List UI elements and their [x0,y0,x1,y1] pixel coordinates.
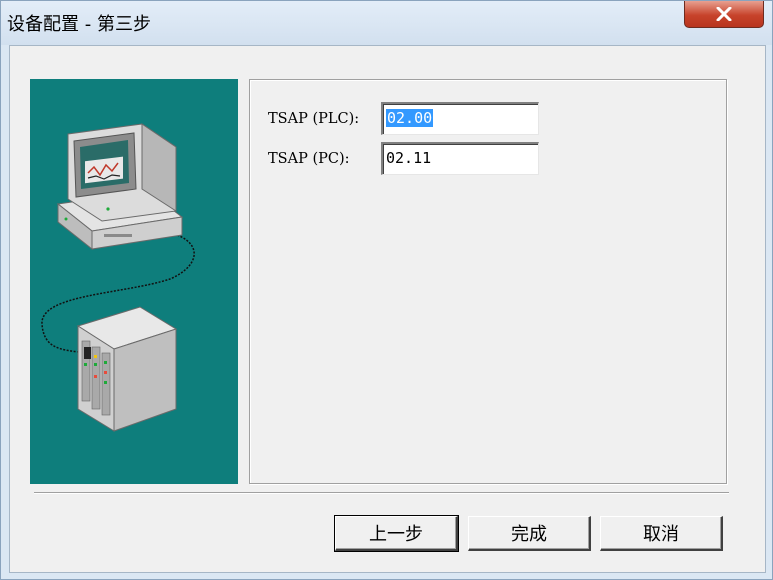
tsap-plc-value: 02.00 [386,109,434,127]
window-title: 设备配置 - 第三步 [7,14,151,35]
tsap-pc-input[interactable]: 02.11 [381,142,539,175]
close-icon [716,7,732,21]
finish-button[interactable]: 完成 [468,516,591,551]
title-bar[interactable]: 设备配置 - 第三步 [1,1,772,45]
close-button[interactable] [684,1,764,28]
tsap-plc-label: TSAP (PLC): [268,111,360,127]
computer-and-plc-illustration [41,123,195,432]
tsap-pc-label: TSAP (PC): [268,151,350,167]
tsap-plc-input[interactable]: 02.00 [381,102,539,135]
back-button[interactable]: 上一步 [334,515,459,552]
dialog-window: 设备配置 - 第三步 TSAP (PLC): 02.00 TSAP (PC): … [0,0,773,580]
cancel-button[interactable]: 取消 [600,516,723,551]
dialog-client-area: TSAP (PLC): 02.00 TSAP (PC): 02.11 上一步 完… [9,45,766,573]
tsap-settings-groupbox: TSAP (PLC): 02.00 TSAP (PC): 02.11 [249,79,727,484]
illustration-panel [30,79,238,484]
separator-line [34,492,729,494]
tsap-pc-value: 02.11 [386,149,432,167]
